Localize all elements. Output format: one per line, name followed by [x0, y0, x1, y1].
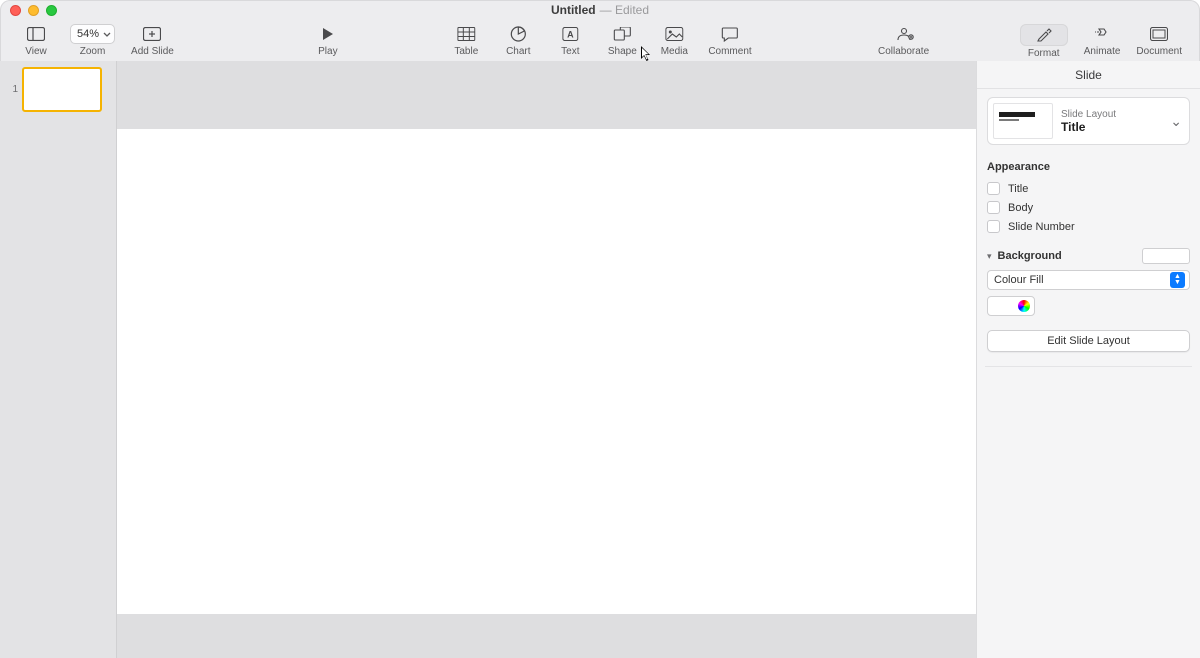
inspector-panel: Slide Slide Layout Title ⌄ Appearance Ti…	[976, 61, 1200, 658]
media-button[interactable]: Media	[648, 24, 700, 57]
edit-slide-layout-button[interactable]: Edit Slide Layout	[987, 330, 1190, 352]
text-button[interactable]: A Text	[544, 24, 596, 57]
chevron-down-icon	[103, 32, 111, 37]
add-slide-button[interactable]: Add Slide	[123, 24, 182, 57]
shape-button[interactable]: Shape	[596, 24, 648, 57]
body-checkbox-label: Body	[1008, 202, 1033, 214]
chart-icon	[500, 24, 536, 44]
document-status: — Edited	[600, 3, 649, 17]
slide-thumbnail-row[interactable]: 1	[0, 65, 116, 114]
table-label: Table	[454, 46, 478, 57]
background-fill-select[interactable]: Colour Fill ▲▼	[987, 270, 1190, 290]
zoom-button[interactable]: 54% Zoom	[62, 24, 123, 57]
background-header: Background	[998, 250, 1062, 262]
close-window-button[interactable]	[10, 5, 21, 16]
appearance-title-row[interactable]: Title	[987, 179, 1190, 198]
chevron-down-icon: ⌄	[1168, 113, 1184, 130]
animate-icon	[1084, 24, 1120, 44]
svg-text:A: A	[567, 30, 574, 40]
slide-layout-selector[interactable]: Slide Layout Title ⌄	[987, 97, 1190, 145]
add-slide-label: Add Slide	[131, 46, 174, 57]
minimize-window-button[interactable]	[28, 5, 39, 16]
window-controls	[10, 5, 57, 16]
appearance-slidenumber-row[interactable]: Slide Number	[987, 217, 1190, 236]
zoom-label: Zoom	[80, 46, 106, 57]
toolbar: View 54% Zoom Add Slide Play	[0, 20, 1200, 61]
slide-canvas-area[interactable]	[117, 61, 976, 658]
format-button[interactable]: Format	[1012, 24, 1076, 59]
text-icon: A	[552, 24, 588, 44]
layout-preview-thumbnail	[993, 103, 1053, 139]
shape-label: Shape	[608, 46, 637, 57]
play-label: Play	[318, 46, 337, 57]
document-status-text: Edited	[615, 3, 649, 17]
document-icon	[1141, 24, 1177, 44]
format-icon	[1020, 24, 1068, 46]
appearance-body-row[interactable]: Body	[987, 198, 1190, 217]
body-checkbox[interactable]	[987, 201, 1000, 214]
color-picker-button[interactable]	[987, 296, 1035, 316]
background-swatch[interactable]	[1142, 248, 1190, 264]
fullscreen-window-button[interactable]	[46, 5, 57, 16]
title-checkbox[interactable]	[987, 182, 1000, 195]
color-wheel-icon	[1018, 300, 1030, 312]
slide-canvas[interactable]	[117, 129, 976, 614]
view-icon	[18, 24, 54, 44]
document-button[interactable]: Document	[1128, 24, 1190, 59]
slide-thumbnail[interactable]	[22, 67, 102, 112]
view-label: View	[25, 46, 47, 57]
disclosure-triangle-icon[interactable]: ▾	[987, 251, 992, 262]
background-row[interactable]: ▾ Background	[987, 248, 1190, 264]
select-arrows-icon: ▲▼	[1170, 272, 1185, 288]
zoom-value: 54%	[77, 28, 99, 40]
format-label: Format	[1028, 48, 1060, 59]
collaborate-button[interactable]: Collaborate	[870, 24, 937, 57]
document-label: Document	[1136, 46, 1182, 57]
table-button[interactable]: Table	[440, 24, 492, 57]
play-button[interactable]: Play	[302, 24, 354, 57]
chart-button[interactable]: Chart	[492, 24, 544, 57]
view-button[interactable]: View	[10, 24, 62, 57]
comment-button[interactable]: Comment	[700, 24, 759, 57]
play-icon	[310, 24, 346, 44]
shape-icon	[604, 24, 640, 44]
app-window: Untitled — Edited View 54% Zoom	[0, 0, 1200, 658]
media-icon	[656, 24, 692, 44]
media-label: Media	[661, 46, 688, 57]
slide-number: 1	[6, 84, 18, 95]
chart-label: Chart	[506, 46, 530, 57]
comment-icon	[712, 24, 748, 44]
titlebar: Untitled — Edited	[0, 0, 1200, 20]
title-checkbox-label: Title	[1008, 183, 1028, 195]
add-slide-icon	[134, 24, 170, 44]
comment-label: Comment	[708, 46, 751, 57]
zoom-value-box[interactable]: 54%	[70, 24, 115, 44]
table-icon	[448, 24, 484, 44]
slide-navigator[interactable]: 1	[0, 61, 117, 658]
slide-number-checkbox[interactable]	[987, 220, 1000, 233]
document-title: Untitled	[551, 3, 596, 17]
collaborate-icon	[886, 24, 922, 44]
text-label: Text	[561, 46, 579, 57]
body: 1 Slide Slide Layout Title ⌄ Appearanc	[0, 61, 1200, 658]
animate-button[interactable]: Animate	[1076, 24, 1129, 59]
divider	[985, 366, 1192, 367]
collaborate-label: Collaborate	[878, 46, 929, 57]
animate-label: Animate	[1084, 46, 1121, 57]
inspector-tab-slide[interactable]: Slide	[977, 61, 1200, 89]
slide-layout-name: Title	[1061, 120, 1160, 134]
appearance-header: Appearance	[987, 161, 1190, 173]
slide-number-checkbox-label: Slide Number	[1008, 221, 1075, 233]
fill-select-value: Colour Fill	[994, 274, 1044, 286]
slide-layout-label: Slide Layout	[1061, 109, 1160, 120]
